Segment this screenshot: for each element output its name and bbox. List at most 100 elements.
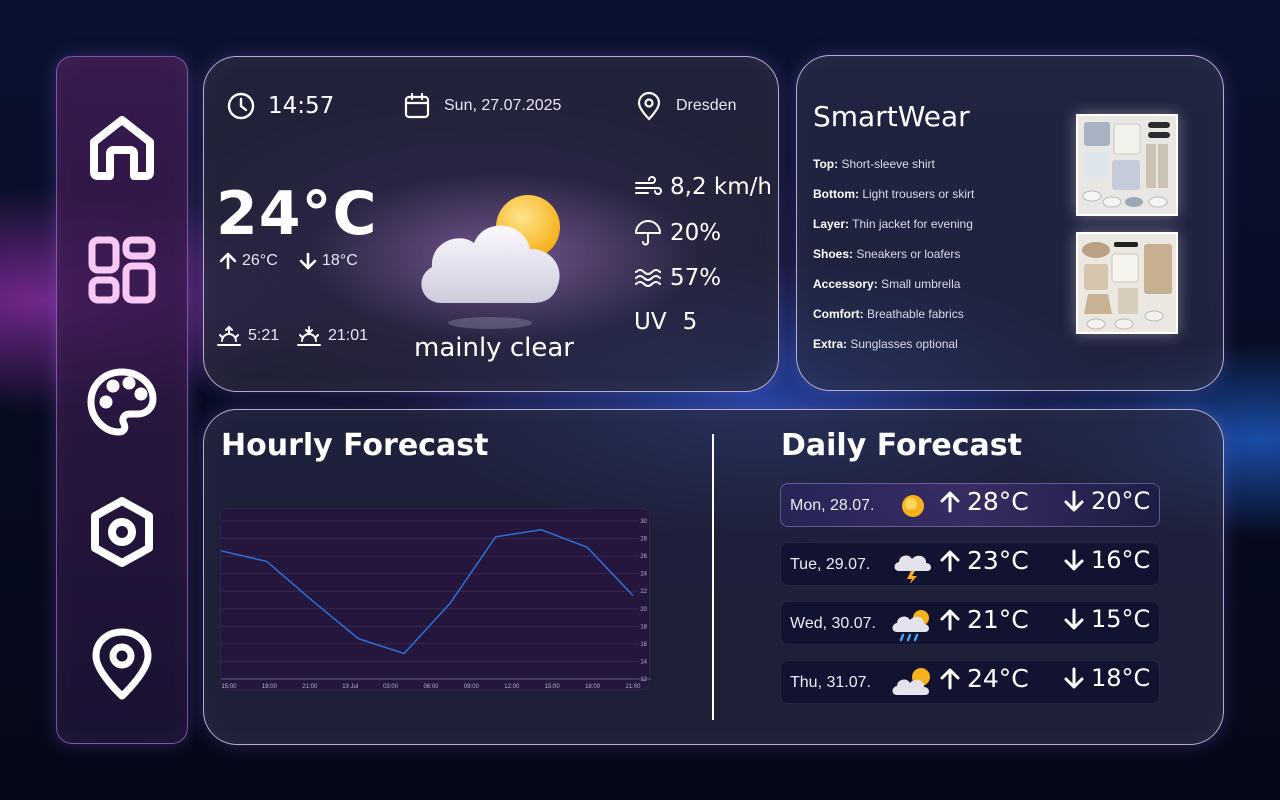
forecast-panel: Hourly Forecast 12 14 16 18 20 22 24 26 28 30 15:0… — [203, 409, 1224, 745]
hourly-temperature-chart[interactable]: 12 14 16 18 20 22 24 26 28 30 15:00 18:00 21:00 19 Ju… — [220, 508, 651, 690]
max-temperature: 26°C — [218, 251, 278, 271]
chart-x-tick: 06:00 — [423, 684, 439, 690]
day-name: Wed, 30.07. — [790, 615, 876, 632]
condition-label: mainly clear — [414, 333, 574, 363]
hourly-chart-svg: 12 14 16 18 20 22 24 26 28 30 15:00 18:00 21:00 19 Ju… — [220, 519, 651, 690]
sunrise-icon — [217, 325, 241, 346]
smartwear-item: Shoes: Sneakers or loafers — [813, 247, 960, 261]
nav-location-button[interactable] — [57, 619, 187, 709]
nav-dashboard-button[interactable] — [57, 225, 187, 315]
chart-y-tick: 18 — [640, 624, 647, 630]
day-high-temp: 21°C — [939, 605, 1029, 634]
wind-speed: 8,2 km/h — [634, 173, 772, 201]
smartwear-item-value: Breathable fabrics — [867, 307, 964, 321]
daily-forecast-row[interactable]: Thu, 31.07. 24°C 18°C — [780, 660, 1160, 704]
smartwear-item-label: Bottom: — [813, 187, 859, 201]
smartwear-item-label: Layer: — [813, 217, 850, 231]
smartwear-item-label: Shoes: — [813, 247, 854, 261]
day-low-text: 18°C — [1091, 664, 1151, 692]
day-low-temp: 15°C — [1063, 605, 1150, 633]
day-low-temp: 18°C — [1063, 664, 1150, 692]
chart-x-tick: 12:00 — [504, 684, 520, 690]
day-name: Mon, 28.07. — [790, 497, 875, 514]
chart-y-tick: 12 — [640, 677, 647, 683]
chart-y-tick: 30 — [640, 519, 647, 525]
smartwear-item-value: Sunglasses optional — [850, 337, 958, 351]
day-low-text: 15°C — [1091, 605, 1151, 633]
sidebar — [56, 56, 188, 744]
chart-y-tick: 20 — [640, 607, 647, 613]
nav-home-button[interactable] — [57, 103, 187, 193]
smartwear-item-value: Small umbrella — [881, 277, 961, 291]
smartwear-item: Extra: Sunglasses optional — [813, 337, 958, 351]
sunset-text: 21:01 — [328, 327, 369, 344]
location-pin-icon — [92, 628, 152, 700]
arrow-down-icon — [1064, 608, 1084, 630]
nav-settings-button[interactable] — [57, 487, 187, 577]
sunrise: 5:21 — [216, 323, 279, 349]
current-location[interactable]: Dresden — [634, 91, 736, 121]
calendar-icon — [404, 92, 430, 119]
daily-forecast-row[interactable]: Wed, 30.07. 21°C 15°C — [780, 601, 1160, 645]
sun-icon — [902, 495, 924, 517]
rain-sun-icon — [892, 610, 930, 642]
dashboard-grid-icon — [88, 236, 156, 304]
day-name: Thu, 31.07. — [790, 674, 871, 691]
time-text: 14:57 — [268, 93, 335, 119]
sunrise-text: 5:21 — [248, 327, 280, 344]
date-text: Sun, 27.07.2025 — [444, 97, 562, 114]
precipitation: 20% — [634, 219, 721, 247]
humidity-text: 57% — [670, 265, 722, 291]
chart-y-tick: 28 — [640, 537, 647, 543]
arrow-up-icon — [940, 491, 960, 512]
palette-icon — [87, 368, 157, 436]
min-temperature: 18°C — [298, 251, 358, 271]
wind-text: 8,2 km/h — [670, 174, 772, 200]
smartwear-item: Layer: Thin jacket for evening — [813, 217, 973, 231]
current-temperature: 24°C — [216, 179, 378, 249]
chart-x-tick: 15:00 — [221, 684, 237, 690]
day-low-text: 20°C — [1091, 487, 1151, 515]
day-low-text: 16°C — [1091, 546, 1151, 574]
location-pin-icon — [637, 91, 661, 121]
umbrella-icon — [635, 220, 661, 246]
chart-x-tick: 15:00 — [545, 684, 561, 690]
current-time: 14:57 — [226, 91, 334, 121]
arrow-up-icon — [940, 609, 960, 630]
day-low-temp: 20°C — [1063, 487, 1150, 515]
smartwear-item-label: Top: — [813, 157, 839, 171]
arrow-down-icon — [1064, 549, 1084, 571]
current-weather-panel: 14:57 Sun, 27.07.2025 Dresden 24°C 26°C … — [203, 56, 779, 392]
chart-y-tick: 26 — [640, 554, 647, 560]
chart-x-tick: 19 Jul — [342, 684, 358, 690]
partly-cloudy-icon — [421, 195, 560, 329]
smartwear-item-value: Light trousers or skirt — [862, 187, 975, 201]
daily-forecast-row[interactable]: Mon, 28.07. 28°C 20°C — [780, 483, 1160, 527]
nav-palette-button[interactable] — [57, 357, 187, 447]
smartwear-item-value: Thin jacket for evening — [852, 217, 973, 231]
day-low-temp: 16°C — [1063, 546, 1150, 574]
smartwear-item-label: Extra: — [813, 337, 848, 351]
precipitation-text: 20% — [670, 220, 722, 246]
chart-y-tick: 14 — [640, 659, 647, 665]
day-name: Tue, 29.07. — [790, 556, 871, 573]
min-temp-text: 18°C — [322, 252, 358, 269]
arrow-down-icon — [1064, 667, 1084, 689]
smartwear-item-value: Sneakers or loafers — [856, 247, 961, 261]
uv-value: 5 — [682, 309, 698, 335]
panel-divider — [712, 434, 714, 720]
wind-icon — [635, 176, 662, 195]
smartwear-item: Accessory: Small umbrella — [813, 277, 960, 291]
uv-index: UV 5 — [634, 309, 697, 335]
location-text: Dresden — [676, 97, 737, 114]
chart-x-tick: 18:00 — [585, 684, 601, 690]
arrow-down-icon — [1064, 490, 1084, 512]
partly-cloudy-icon — [892, 668, 930, 695]
hourly-forecast-title: Hourly Forecast — [221, 428, 489, 463]
chart-x-tick: 03:00 — [383, 684, 399, 690]
outfit-image-2 — [1076, 232, 1178, 334]
daily-forecast-title: Daily Forecast — [781, 428, 1022, 463]
smartwear-title: SmartWear — [813, 100, 970, 133]
daily-forecast-row[interactable]: Tue, 29.07. 23°C 16°C — [780, 542, 1160, 586]
arrow-up-icon — [940, 550, 960, 571]
